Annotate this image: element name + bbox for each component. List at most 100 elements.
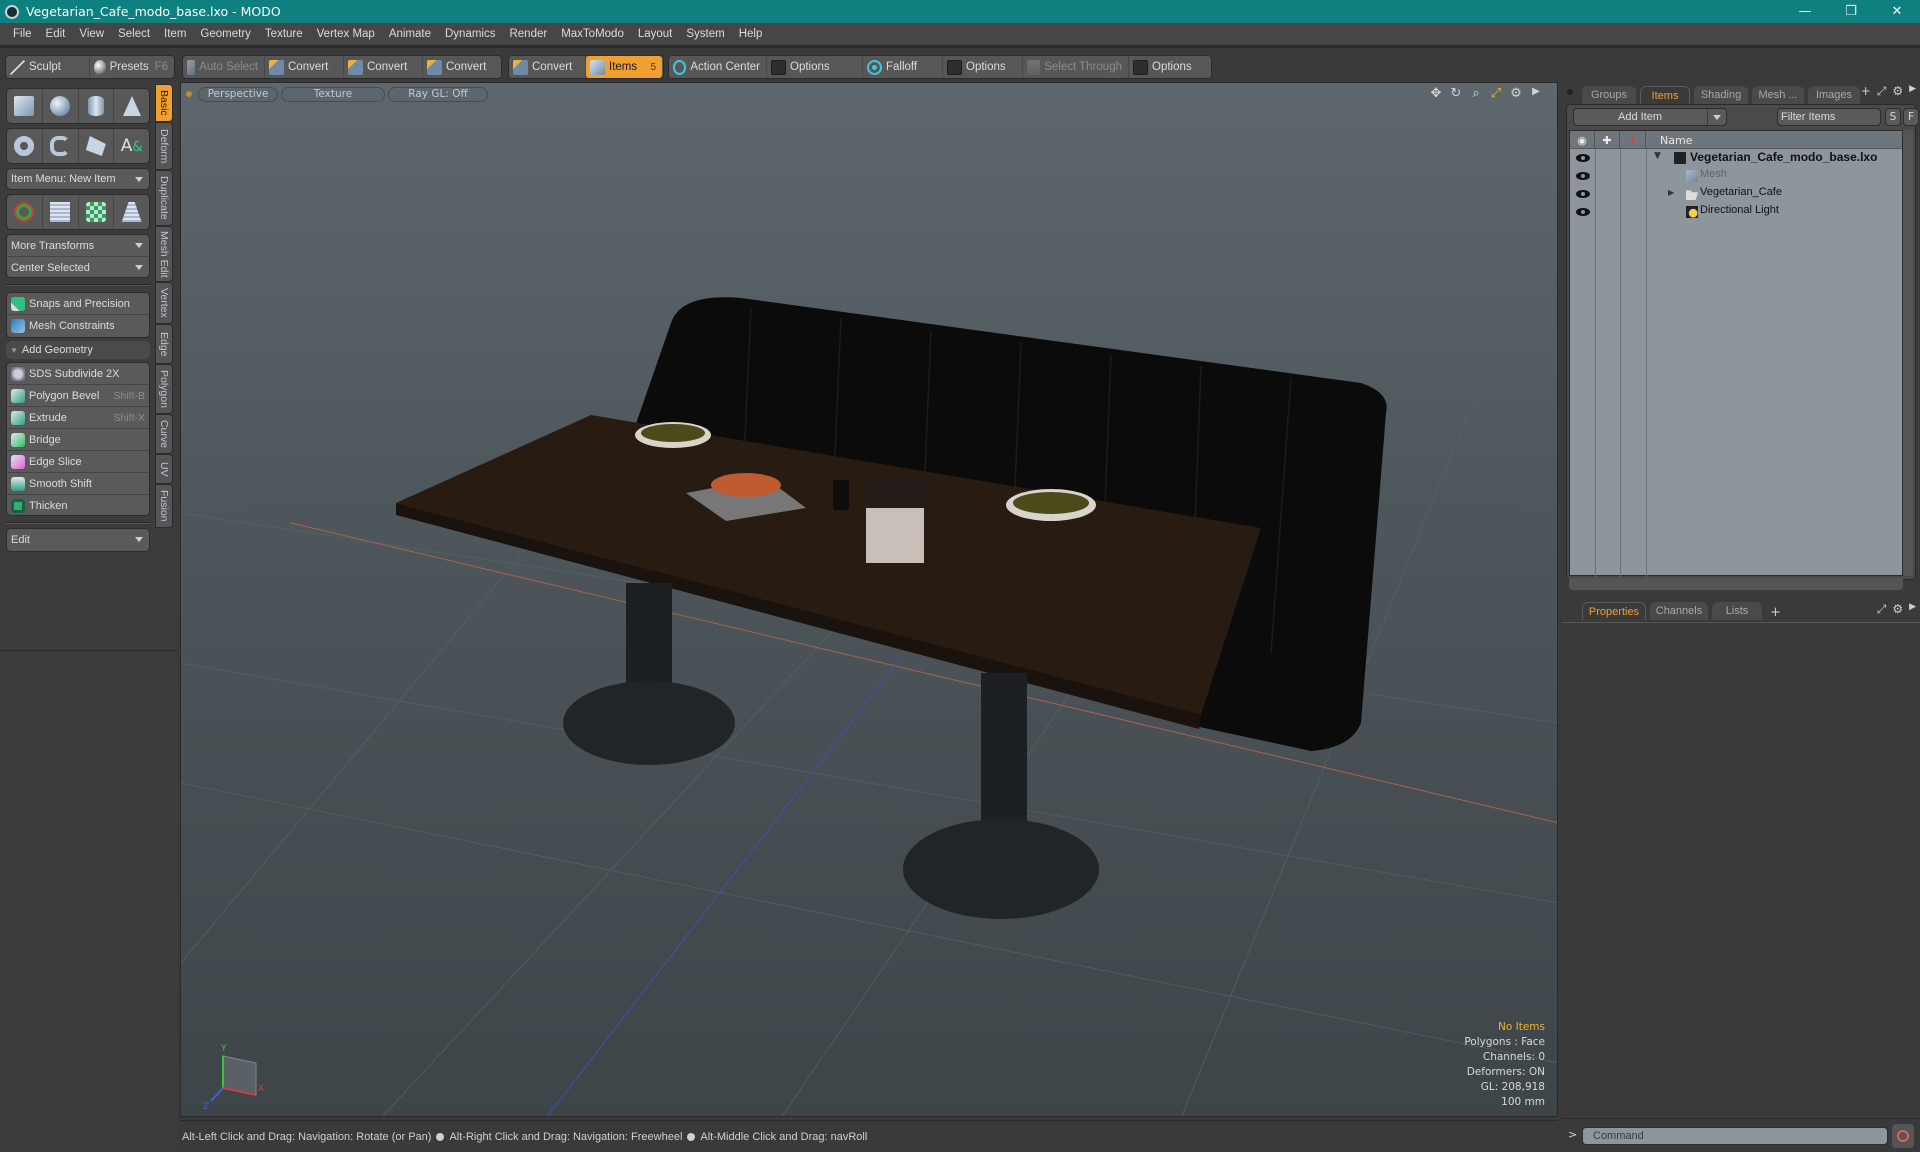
snaps-precision-button[interactable]: Snaps and Precision — [7, 293, 149, 315]
cylinder-tool[interactable] — [79, 89, 115, 123]
select-through-options-button[interactable]: Options — [1129, 56, 1209, 78]
falloff-options-button[interactable]: Options — [943, 56, 1023, 78]
polygon-bevel-button[interactable]: Polygon Bevel Shift-B — [7, 385, 149, 407]
center-selected-dropdown[interactable]: Center Selected — [7, 257, 149, 277]
items-mode-button[interactable]: Items 5 — [586, 56, 662, 78]
view-mode-dropdown[interactable]: Perspective — [198, 86, 278, 102]
expand-icon[interactable]: ⤢ — [1877, 84, 1887, 99]
convert-polygons-button[interactable]: Convert — [423, 56, 501, 78]
pan-move-icon[interactable]: ✥ — [1429, 86, 1443, 101]
sculpt-button[interactable]: Sculpt — [6, 56, 90, 78]
tab-mesh[interactable]: Mesh ... — [1752, 86, 1804, 104]
menu-system[interactable]: System — [679, 28, 731, 40]
tab-fusion[interactable]: Fusion — [155, 484, 173, 528]
select-through-button[interactable]: Select Through — [1023, 56, 1129, 78]
tree-row-light[interactable]: Directional Light — [1570, 203, 1902, 221]
restore-button[interactable]: ❐ — [1828, 0, 1874, 23]
tab-properties[interactable]: Properties — [1582, 602, 1646, 620]
command-history-button[interactable] — [1892, 1124, 1914, 1148]
tab-edge[interactable]: Edge — [155, 324, 173, 364]
filter-items-input[interactable]: Filter Items — [1777, 108, 1881, 126]
bridge-button[interactable]: Bridge — [7, 429, 149, 451]
menu-view[interactable]: View — [72, 28, 111, 40]
menu-dynamics[interactable]: Dynamics — [438, 28, 502, 40]
tab-duplicate[interactable]: Duplicate — [155, 170, 173, 226]
tab-groups[interactable]: Groups — [1582, 86, 1636, 104]
menu-item[interactable]: Item — [157, 28, 193, 40]
auto-select-button[interactable]: Auto Select — [183, 56, 265, 78]
menu-geometry[interactable]: Geometry — [193, 28, 258, 40]
command-input[interactable]: Command — [1582, 1127, 1888, 1145]
falloff-button[interactable]: Falloff — [863, 56, 943, 78]
menu-render[interactable]: Render — [502, 28, 554, 40]
tab-vertex[interactable]: Vertex — [155, 282, 173, 324]
menu-help[interactable]: Help — [732, 28, 770, 40]
tree-row-scene[interactable]: ▼ Vegetarian_Cafe_modo_base.lxo — [1570, 149, 1902, 167]
sphere-tool[interactable] — [43, 89, 79, 123]
tab-images[interactable]: Images — [1808, 86, 1860, 104]
minimize-button[interactable]: — — [1782, 0, 1828, 23]
convert-vertices-button[interactable]: Convert — [265, 56, 344, 78]
raygl-toggle[interactable]: Ray GL: Off — [388, 86, 488, 102]
maximize-icon[interactable]: ⤢ — [1489, 86, 1503, 101]
close-button[interactable]: ✕ — [1874, 0, 1920, 23]
expand-triangle-icon[interactable]: ▶ — [1668, 188, 1674, 197]
viewport-options-dot[interactable] — [186, 91, 192, 97]
menu-maxtomodo[interactable]: MaxToModo — [554, 28, 631, 40]
presets-button[interactable]: Presets F6 — [90, 56, 174, 78]
tab-polygon[interactable]: Polygon — [155, 364, 173, 414]
transform-tool[interactable] — [7, 195, 43, 229]
gear-icon[interactable]: ⚙ — [1509, 86, 1523, 101]
add-item-dropdown[interactable]: Add Item — [1573, 108, 1727, 126]
3d-viewport[interactable]: Y X Z Perspective Texture Ray GL: Off ✥ … — [180, 82, 1558, 1117]
item-menu-dropdown[interactable]: Item Menu: New Item — [6, 168, 150, 190]
visibility-column-eye-icon[interactable]: ◉ — [1570, 131, 1595, 149]
tab-deform[interactable]: Deform — [155, 122, 173, 170]
action-center-button[interactable]: Action Center — [669, 56, 767, 78]
tab-lists[interactable]: Lists — [1712, 602, 1762, 620]
menu-select[interactable]: Select — [111, 28, 157, 40]
edit-dropdown[interactable]: Edit — [6, 528, 150, 552]
menu-animate[interactable]: Animate — [382, 28, 438, 40]
eye-icon[interactable] — [1576, 172, 1590, 180]
add-tab-plus-icon[interactable]: + — [1861, 84, 1871, 99]
tree-horizontal-scrollbar[interactable] — [1569, 578, 1903, 590]
tab-uv[interactable]: UV — [155, 454, 173, 484]
taper-tool[interactable] — [114, 195, 149, 229]
name-column-header[interactable]: Name — [1646, 131, 1692, 149]
chevron-right-icon[interactable]: ▶ — [1909, 84, 1916, 99]
shading-mode-dropdown[interactable]: Texture — [281, 86, 385, 102]
chevron-right-icon[interactable]: ▶ — [1529, 86, 1543, 101]
eye-icon[interactable] — [1576, 190, 1590, 198]
add-tab-plus-icon[interactable]: + — [1770, 605, 1781, 620]
menu-edit[interactable]: Edit — [39, 28, 73, 40]
tab-channels[interactable]: Channels — [1650, 602, 1708, 620]
tab-mesh-edit[interactable]: Mesh Edit — [155, 226, 173, 282]
menu-file[interactable]: File — [6, 28, 39, 40]
capsule-tool[interactable] — [43, 129, 79, 163]
cube-tool[interactable] — [7, 89, 43, 123]
action-center-options-button[interactable]: Options — [767, 56, 863, 78]
zoom-magnifier-icon[interactable]: ⌕ — [1469, 86, 1483, 101]
tab-shading[interactable]: Shading — [1694, 86, 1748, 104]
eye-icon[interactable] — [1576, 208, 1590, 216]
menu-layout[interactable]: Layout — [631, 28, 680, 40]
expand-icon[interactable]: ⤢ — [1877, 602, 1887, 617]
s-button[interactable]: S — [1885, 108, 1901, 126]
tree-vertical-scrollbar[interactable] — [1903, 130, 1913, 576]
f-button[interactable]: F — [1903, 108, 1919, 126]
grid-tool[interactable] — [43, 195, 79, 229]
edge-slice-button[interactable]: Edge Slice — [7, 451, 149, 473]
rotate-icon[interactable]: ↻ — [1449, 86, 1463, 101]
torus-tool[interactable] — [7, 129, 43, 163]
gear-icon[interactable]: ⚙ — [1892, 84, 1903, 99]
smooth-shift-button[interactable]: Smooth Shift — [7, 473, 149, 495]
pen-tool[interactable] — [79, 129, 115, 163]
gear-icon[interactable]: ⚙ — [1892, 602, 1903, 617]
add-geometry-header[interactable]: ▼ Add Geometry — [6, 341, 150, 359]
text-tool[interactable]: A& — [114, 129, 149, 163]
expand-triangle-icon[interactable]: ▼ — [1654, 151, 1661, 161]
menu-vertex-map[interactable]: Vertex Map — [310, 28, 382, 40]
more-transforms-dropdown[interactable]: More Transforms — [7, 235, 149, 257]
mesh-constraints-button[interactable]: Mesh Constraints — [7, 315, 149, 337]
